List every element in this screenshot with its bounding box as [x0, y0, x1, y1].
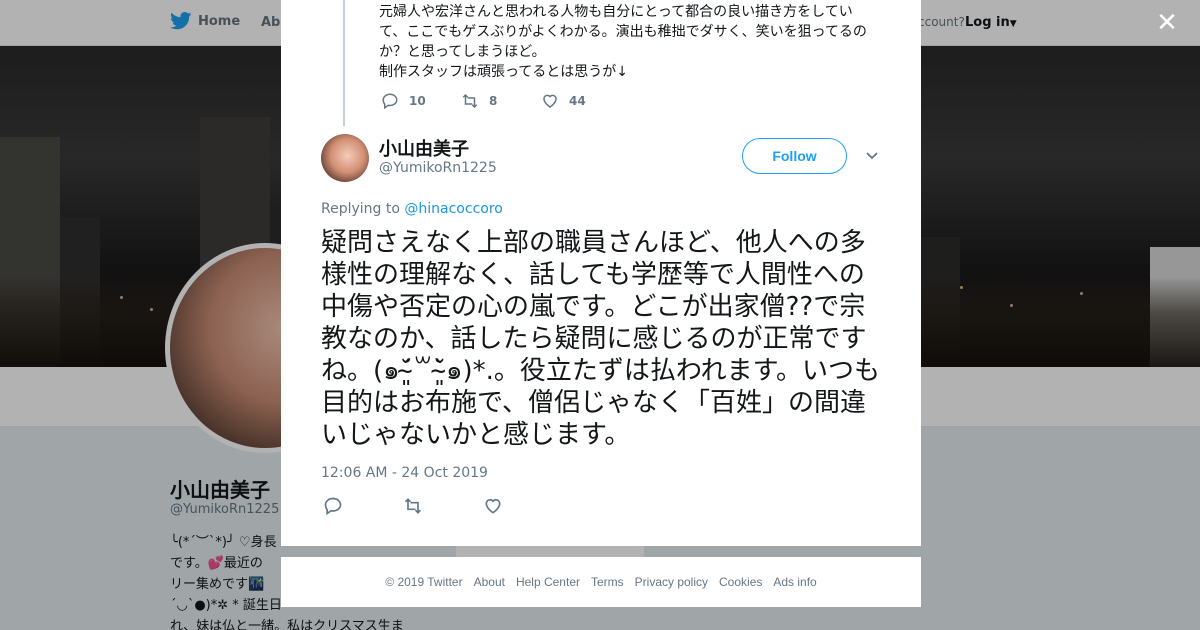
- replying-prefix: Replying to: [321, 201, 400, 217]
- parent-text-line: て、ここでもゲスぶりがよくわかる。演出も稚拙でダサく、笑いを狙ってるの: [379, 24, 867, 40]
- like-icon: [485, 498, 501, 514]
- footer-link-ads[interactable]: Ads info: [773, 575, 816, 589]
- like-count: 44: [569, 94, 586, 108]
- like-icon: [543, 94, 557, 108]
- parent-like-button[interactable]: 44: [541, 92, 621, 110]
- tweet-actions: [323, 496, 563, 520]
- close-icon[interactable]: ✕: [1154, 10, 1180, 36]
- tweet-timestamp[interactable]: 12:06 AM - 24 Oct 2019: [321, 465, 488, 481]
- reply-icon: [382, 93, 398, 110]
- footer-link-cookies[interactable]: Cookies: [719, 575, 762, 589]
- footer-copyright: © 2019 Twitter: [385, 575, 463, 589]
- replying-to-link[interactable]: @hinacoccoro: [404, 201, 502, 217]
- tweet-modal: 元婦人や宏洋さんと思われる人物も自分にとって都合の良い描き方をしてい て、ここで…: [281, 0, 921, 546]
- footer-link-about[interactable]: About: [474, 575, 505, 589]
- retweet-count: 8: [489, 94, 498, 108]
- parent-text-line: 元婦人や宏洋さんと思われる人物も自分にとって都合の良い描き方をしてい: [379, 4, 853, 20]
- footer-link-help[interactable]: Help Center: [516, 575, 580, 589]
- tweet-text: 疑問さえなく上部の職員さんほど、他人への多様性の理解なく、話しても学歴等で人間性…: [321, 228, 880, 450]
- reply-icon: [324, 497, 342, 516]
- reply-count: 10: [409, 94, 426, 108]
- parent-retweet-button[interactable]: 8: [461, 92, 541, 110]
- author-handle[interactable]: @YumikoRn1225: [379, 160, 497, 176]
- retweet-icon: [462, 93, 478, 109]
- retweet-button[interactable]: [403, 496, 483, 520]
- modal-footer: © 2019 Twitter About Help Center Terms P…: [281, 557, 921, 607]
- retweet-icon: [404, 498, 422, 514]
- parent-tweet-text: 元婦人や宏洋さんと思われる人物も自分にとって都合の良い描き方をしてい て、ここで…: [379, 2, 879, 82]
- parent-tweet-actions: 10 8 44: [381, 92, 621, 110]
- footer-link-terms[interactable]: Terms: [591, 575, 624, 589]
- replying-to: Replying to @hinacoccoro: [321, 201, 503, 217]
- thread-connector: [343, 0, 345, 126]
- author-name[interactable]: 小山由美子: [379, 135, 469, 161]
- like-button[interactable]: [483, 496, 563, 520]
- reply-button[interactable]: [323, 496, 403, 520]
- follow-button[interactable]: Follow: [742, 138, 847, 174]
- footer-link-privacy[interactable]: Privacy policy: [635, 575, 708, 589]
- parent-text-line: か？と思ってしまうほど。: [379, 44, 546, 60]
- parent-text-line: 制作スタッフは頑張ってるとは思うが↓: [379, 64, 629, 80]
- author-avatar[interactable]: [321, 134, 369, 182]
- parent-reply-button[interactable]: 10: [381, 92, 461, 110]
- chevron-down-icon[interactable]: [864, 148, 880, 164]
